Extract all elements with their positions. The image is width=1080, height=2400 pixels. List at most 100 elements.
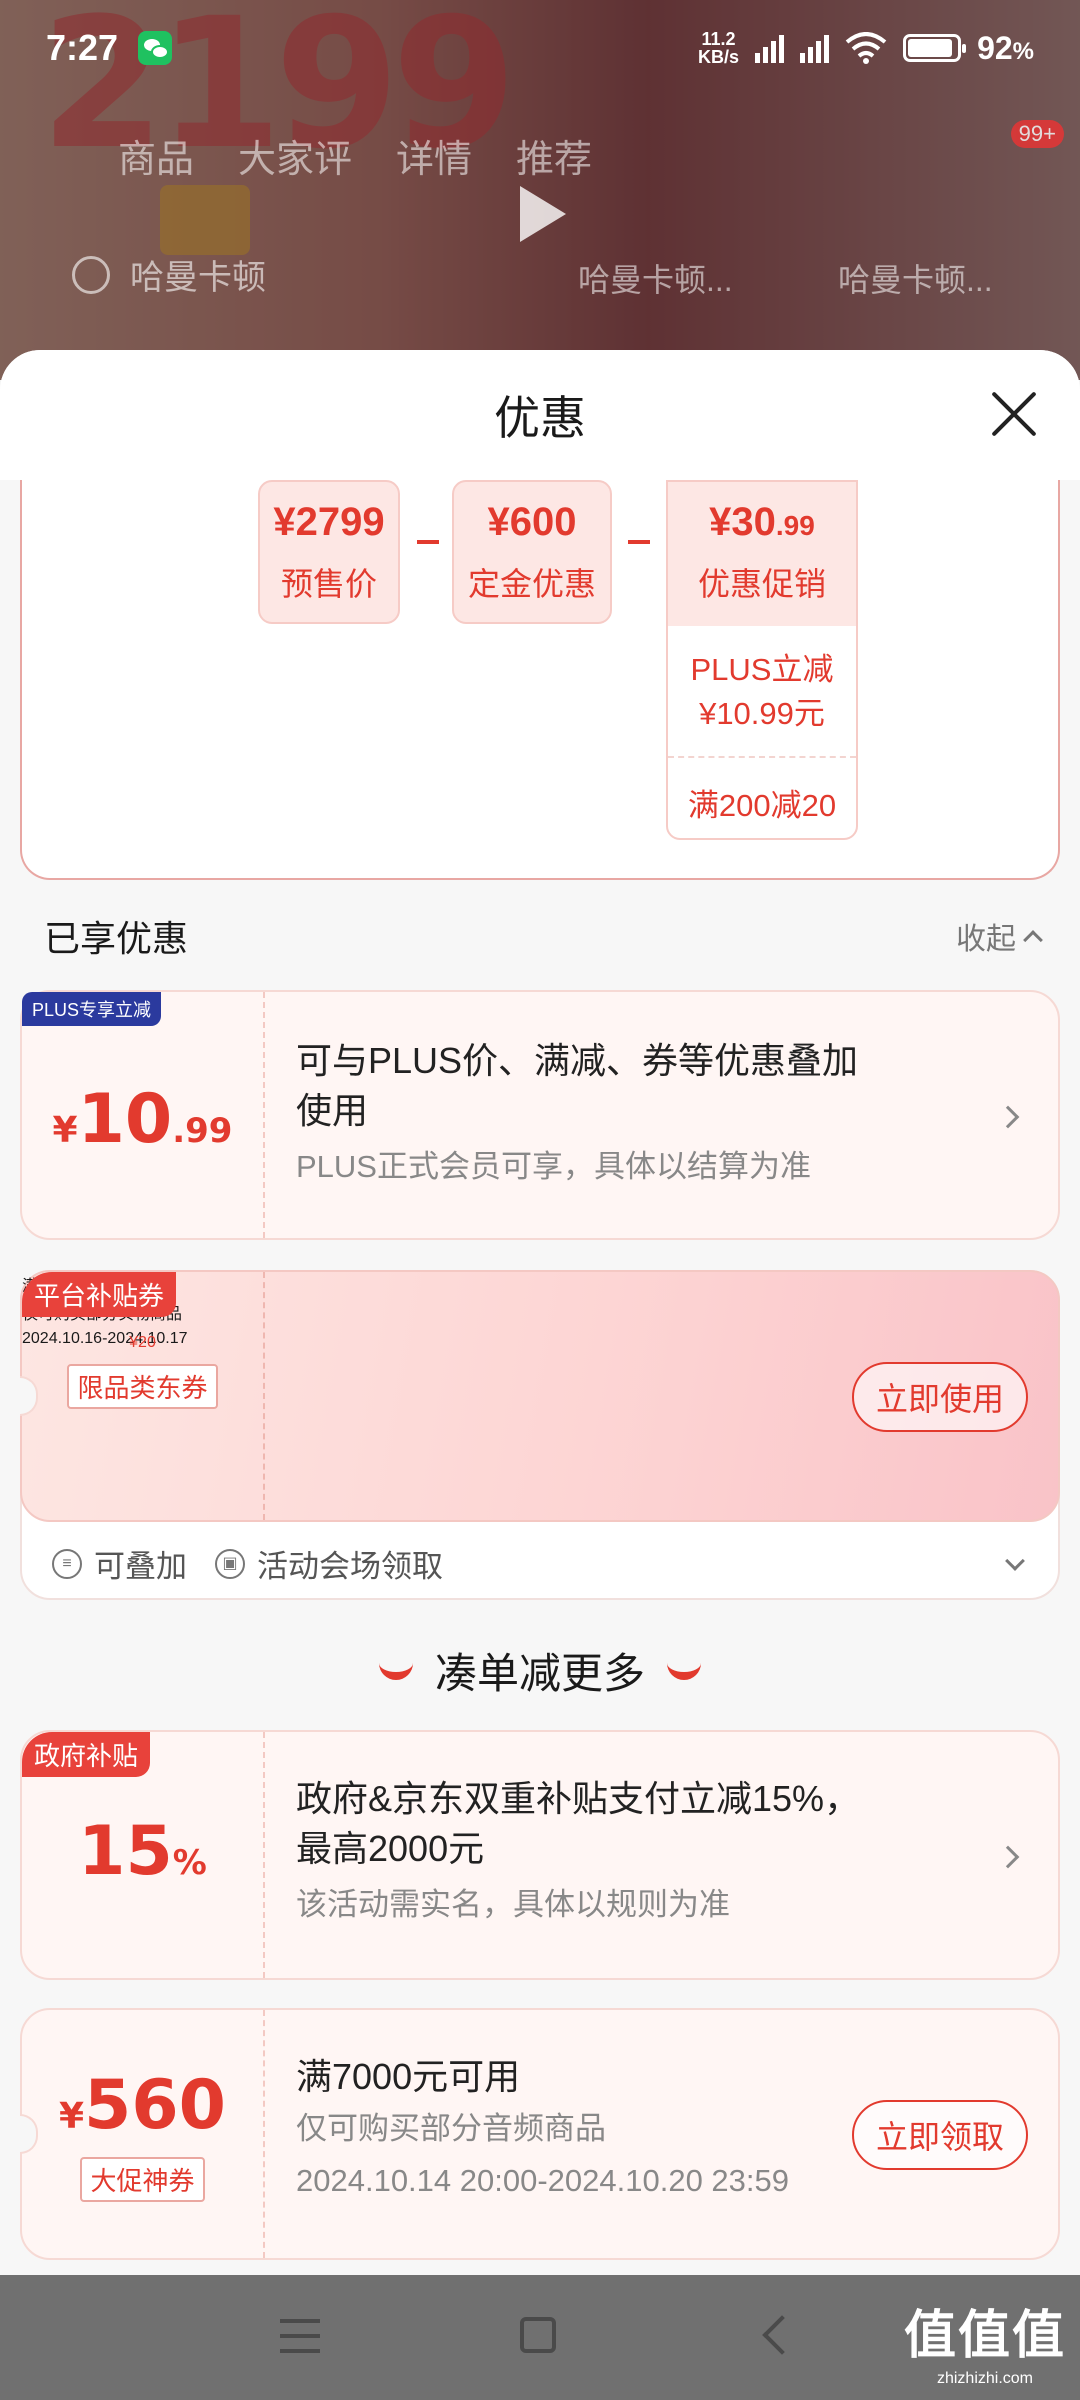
- minus-sign: [417, 540, 439, 544]
- tab-reviews[interactable]: 大家评: [238, 128, 352, 183]
- network-speed-unit: KB/s: [698, 47, 740, 67]
- plus-amount: ¥10.99: [52, 1080, 233, 1159]
- background-suggestion-2[interactable]: 哈曼卡顿...: [838, 255, 993, 301]
- collapse-label: 收起: [956, 923, 1016, 956]
- full-reduction: 满200减20: [687, 788, 837, 823]
- subsidy-subtitle: 该活动需实名，具体以规则为准: [296, 1887, 730, 1922]
- sheet-title: 优惠: [494, 392, 586, 444]
- wifi-icon: [845, 32, 887, 64]
- plus-reduction: PLUS立减 ¥10.99元: [668, 626, 856, 736]
- tab-details[interactable]: 详情: [396, 128, 472, 183]
- video-play-icon[interactable]: [520, 186, 566, 242]
- government-subsidy-card[interactable]: 政府补贴 15% 政府&京东双重补贴支付立减15%， 最高2000元 该活动需实…: [20, 1730, 1060, 1980]
- watermark: 值值值 zhizhizhi.com: [904, 2293, 1066, 2388]
- collapse-button[interactable]: 收起: [956, 914, 1043, 958]
- plus-discount-card[interactable]: PLUS专享立减 ¥10.99 可与PLUS价、满减、券等优惠叠加 使用 PLU…: [20, 990, 1060, 1240]
- coupon-source-label: 活动会场领取: [257, 1549, 443, 1584]
- presale-price: ¥2799: [273, 500, 385, 544]
- background-suggestion-1[interactable]: 哈曼卡顿...: [578, 255, 733, 301]
- deposit-label: 定金优惠: [467, 566, 596, 602]
- enjoyed-title: 已享优惠: [44, 918, 189, 959]
- subsidy-amount-area: 15%: [22, 1732, 265, 1978]
- promo-amount-decimal: .99: [775, 510, 815, 541]
- promo-amount: ¥30: [709, 500, 776, 544]
- network-speed: 11.2 KB/s: [698, 30, 739, 66]
- tab-recommend[interactable]: 推荐: [516, 128, 592, 183]
- big-coupon-title: 满7000元可用: [296, 2056, 521, 2097]
- product-tabs: 商品 大家评 详情 推荐: [118, 128, 592, 183]
- status-icons: 11.2 KB/s 92%: [698, 30, 1034, 67]
- big-coupon-tag: 大促神券: [80, 2157, 205, 2202]
- back-icon[interactable]: [762, 2315, 802, 2355]
- chevron-right-icon: [996, 1105, 1020, 1129]
- promo-header: ¥30.99 优惠促销: [668, 482, 856, 626]
- more-discounts-title: 凑单减更多: [434, 1650, 645, 1697]
- signal-icon: [755, 33, 785, 63]
- tab-product[interactable]: 商品: [118, 128, 194, 183]
- subsidy-title: 政府&京东双重补贴支付立减15%，: [296, 1778, 861, 1819]
- chevron-down-icon[interactable]: [1005, 1551, 1025, 1571]
- use-now-button[interactable]: 立即使用: [851, 1362, 1028, 1432]
- subsidy-card-body: 政府&京东双重补贴支付立减15%， 最高2000元 该活动需实名，具体以规则为准: [296, 1774, 860, 1928]
- search-text: 哈曼卡顿: [130, 259, 266, 297]
- smile-right-icon: [667, 1662, 701, 1680]
- deposit-box: ¥600 定金优惠: [452, 480, 612, 624]
- subsidy-title-2: 最高2000元: [296, 1828, 485, 1869]
- system-nav-bar: 值值值 zhizhizhi.com: [0, 2275, 1080, 2400]
- big-coupon-amount-area: ¥560 大促神券: [22, 2010, 265, 2258]
- network-speed-value: 11.2: [701, 29, 736, 49]
- smile-left-icon: [378, 1662, 413, 1680]
- plus-amount-area: ¥10.99: [22, 992, 265, 1238]
- chevron-right-icon: [996, 1845, 1020, 1869]
- plus-card-title: 可与PLUS价、满减、券等优惠叠加: [296, 1040, 859, 1081]
- platform-coupon-card: 平台补贴券 ¥20 限品类东券 满200元可用 仅可购买部分实物商品 2024.…: [20, 1270, 1060, 1600]
- plus-card-subtitle: PLUS正式会员可享，具体以结算为准: [296, 1149, 811, 1184]
- signal-icon-2: [800, 33, 830, 63]
- close-icon[interactable]: [988, 388, 1040, 440]
- minus-sign: [628, 540, 650, 544]
- chevron-up-icon: [1023, 930, 1043, 950]
- promo-label: 优惠促销: [697, 566, 826, 602]
- message-count-badge: 99+: [1010, 120, 1064, 148]
- stackable-icon: ≡: [52, 1548, 82, 1579]
- plus-reduction-amount: ¥10.99元: [699, 696, 825, 731]
- platform-coupon-amount: ¥20: [129, 1334, 156, 1351]
- wechat-notification-icon: [138, 31, 173, 65]
- background-search[interactable]: 哈曼卡顿: [72, 250, 266, 299]
- enjoyed-section-header: 已享优惠 收起: [44, 910, 1043, 962]
- plus-card-body: 可与PLUS价、满减、券等优惠叠加 使用 PLUS正式会员可享，具体以结算为准: [296, 1036, 858, 1190]
- battery-percent: 92%: [977, 29, 1034, 66]
- sheet-header: 优惠: [0, 350, 1080, 480]
- big-coupon-amount: ¥560: [58, 2066, 226, 2145]
- watermark-url: zhizhizhi.com: [936, 2370, 1033, 2387]
- status-bar: 7:27 11.2 KB/s 92%: [0, 0, 1080, 96]
- stackable-label: 可叠加: [94, 1549, 187, 1584]
- coupon-footer: ≡ 可叠加 ▣ 活动会场领取: [52, 1541, 443, 1586]
- battery-icon: [903, 34, 967, 62]
- search-icon: [72, 255, 110, 294]
- watermark-logo: 值值值: [903, 2307, 1066, 2365]
- coupon-category-tag: 限品类东券: [67, 1364, 218, 1409]
- divider: [668, 756, 856, 758]
- discount-sheet: 优惠 ¥2799 预售价 ¥600 定金优惠 ¥30.99 优惠促销 PLUS立…: [0, 350, 1080, 2275]
- home-icon[interactable]: [520, 2317, 556, 2353]
- promo-box: ¥30.99 优惠促销 PLUS立减 ¥10.99元 满200减20: [666, 480, 858, 840]
- big-promo-coupon-card[interactable]: ¥560 大促神券 满7000元可用 仅可购买部分音频商品 2024.10.14…: [20, 2008, 1060, 2260]
- price-breakdown: ¥2799 预售价 ¥600 定金优惠 ¥30.99 优惠促销 PLUS立减 ¥…: [20, 480, 1060, 880]
- presale-label: 预售价: [280, 566, 377, 602]
- more-discounts-header: 凑单减更多: [0, 1640, 1080, 1701]
- big-coupon-date: 2024.10.14 20:00-2024.10.20 23:59: [296, 2163, 790, 2198]
- clock: 7:27: [46, 27, 119, 68]
- presale-price-box: ¥2799 预售价: [258, 480, 400, 624]
- plus-card-title-2: 使用: [296, 1090, 369, 1131]
- big-coupon-body: 满7000元可用 仅可购买部分音频商品 2024.10.14 20:00-202…: [296, 2052, 789, 2204]
- menu-icon[interactable]: [280, 2319, 320, 2353]
- deposit-amount: ¥600: [487, 500, 577, 544]
- claim-now-button[interactable]: 立即领取: [851, 2100, 1028, 2170]
- subsidy-percent: 15%: [78, 1812, 207, 1891]
- platform-coupon[interactable]: 平台补贴券 ¥20 限品类东券 满200元可用 仅可购买部分实物商品 2024.…: [20, 1270, 1060, 1522]
- plus-reduction-title: PLUS立减: [690, 652, 834, 687]
- platform-coupon-amount-area: ¥20 限品类东券: [22, 1272, 265, 1520]
- venue-icon: ▣: [215, 1548, 245, 1579]
- big-coupon-subtitle: 仅可购买部分音频商品: [296, 2111, 606, 2146]
